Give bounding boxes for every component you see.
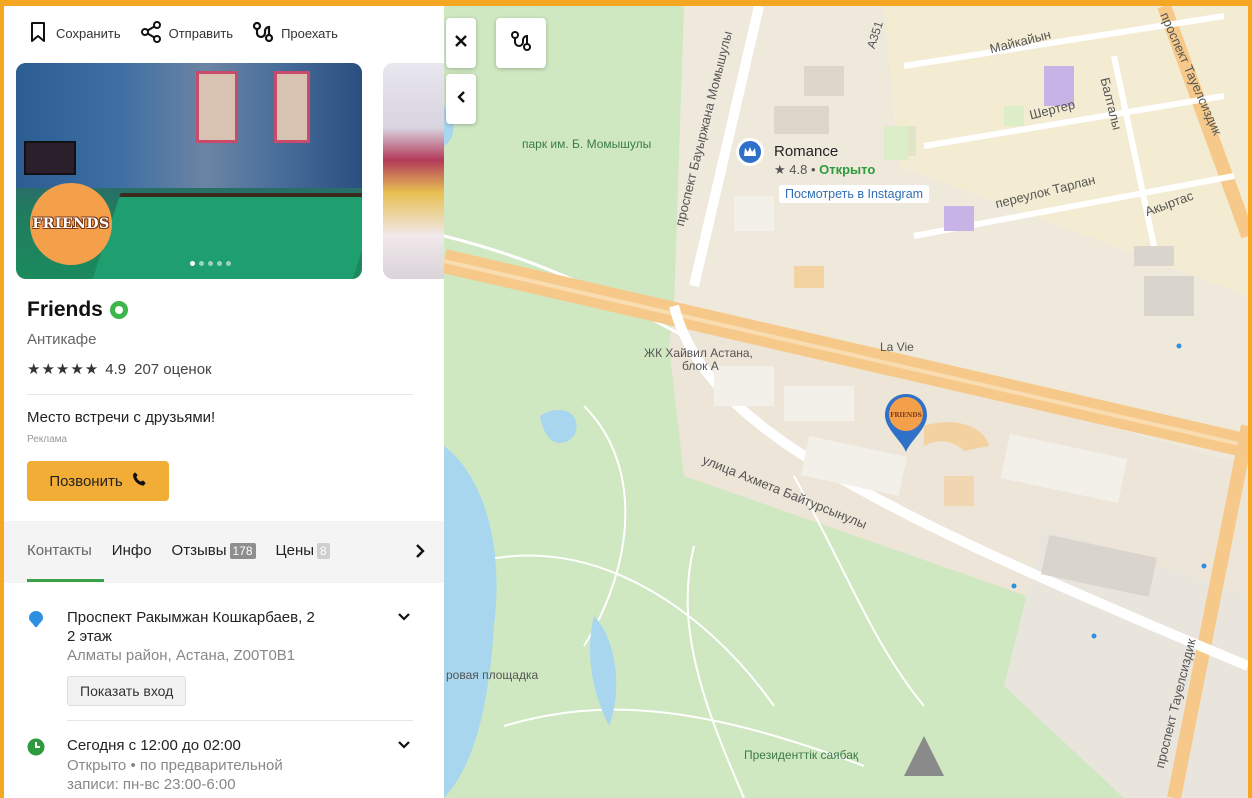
- route-label: Проехать: [281, 26, 338, 41]
- place-title: Friends: [27, 298, 103, 321]
- place-toolbar: Сохранить Отправить Проехать: [26, 20, 338, 47]
- address-line2: 2 этаж: [67, 628, 112, 645]
- map-view[interactable]: парк им. Б. Момышулы проспект Бауыржана …: [444, 6, 1248, 798]
- close-panel-button[interactable]: [446, 18, 476, 68]
- route-button[interactable]: Проехать: [251, 20, 338, 47]
- tabs-next-chevron-icon[interactable]: [414, 543, 426, 564]
- expand-hours-chevron-icon[interactable]: [397, 738, 411, 752]
- rating-count: 207 оценок: [134, 360, 212, 378]
- save-button[interactable]: Сохранить: [26, 20, 121, 47]
- romance-poi-rating: ★ 4.8 • Открыто: [774, 162, 876, 177]
- app-frame: Сохранить Отправить Проехать FRIENDS Fri…: [4, 6, 1248, 798]
- prezident-park-label: Президенттік саябақ: [744, 748, 859, 762]
- tab-label: Контакты: [27, 542, 92, 559]
- rating-row[interactable]: ★★★★★ 4.9 207 оценок: [27, 360, 212, 379]
- address-sub: Алматы район, Астана, Z00T0B1: [67, 647, 296, 664]
- expand-address-chevron-icon[interactable]: [397, 610, 411, 624]
- poi-rating-value: ★ 4.8: [774, 162, 808, 177]
- prices-count-badge: 8: [317, 542, 330, 559]
- playground-label: ровая площадка: [446, 668, 539, 682]
- route-map-button[interactable]: [496, 18, 546, 68]
- call-label: Позвонить: [49, 472, 123, 490]
- open-status: Открыто: [67, 757, 127, 774]
- title-row: Friends: [27, 298, 128, 322]
- bookmark-icon: [26, 20, 50, 47]
- tab-contacts[interactable]: Контакты: [27, 542, 92, 559]
- close-icon: [454, 34, 468, 53]
- location-pin-icon: [27, 610, 45, 628]
- pin-logo-text: FRIENDS: [890, 412, 922, 419]
- ad-text: Место встречи с друзьями!: [27, 409, 216, 426]
- share-label: Отправить: [168, 26, 234, 41]
- show-entrance-button[interactable]: Показать вход: [67, 676, 187, 706]
- hours-sub: Открыто • по предварительной: [67, 756, 367, 775]
- verified-icon: [109, 301, 128, 319]
- route-icon: [251, 20, 275, 47]
- park-label: парк им. Б. Момышулы: [522, 137, 652, 151]
- divider: [67, 720, 413, 721]
- tabs: Контакты Инфо Отзывы 178 Цены 8: [27, 542, 330, 559]
- photo-gallery[interactable]: FRIENDS: [16, 63, 444, 279]
- ad-label: Реклама: [27, 434, 68, 445]
- la-vie-label: La Vie: [880, 340, 914, 354]
- star-rating-icon: ★★★★★: [27, 361, 100, 378]
- divider: [27, 394, 413, 395]
- chevron-left-icon: [456, 90, 466, 109]
- share-button[interactable]: Отправить: [139, 20, 233, 47]
- romance-poi-icon[interactable]: [736, 138, 764, 166]
- second-photo[interactable]: [383, 63, 444, 279]
- hours-note-2: записи: пн-вс 23:00-6:00: [67, 776, 236, 793]
- tab-reviews[interactable]: Отзывы 178: [172, 542, 256, 559]
- save-label: Сохранить: [56, 26, 121, 41]
- map-canvas: [444, 6, 1248, 798]
- place-panel: Сохранить Отправить Проехать FRIENDS Fri…: [4, 6, 444, 798]
- friends-map-pin[interactable]: FRIENDS: [882, 392, 930, 454]
- tab-label: Цены: [275, 542, 315, 559]
- address-main: Проспект Ракымжан Кошкарбаев, 2 2 этаж: [67, 608, 367, 646]
- poi-open-status: Открыто: [819, 162, 876, 177]
- hyvil-block-label: блок А: [682, 359, 719, 373]
- reviews-count-badge: 178: [229, 542, 256, 559]
- instagram-link[interactable]: Посмотреть в Instagram: [779, 185, 930, 203]
- photo-pager-dots: [190, 261, 231, 266]
- hours-note: по предварительной: [139, 757, 283, 774]
- active-tab-indicator: [27, 579, 104, 582]
- main-photo[interactable]: FRIENDS: [16, 63, 362, 279]
- call-button[interactable]: Позвонить: [27, 461, 169, 501]
- clock-icon: [27, 738, 45, 756]
- address-line1: Проспект Ракымжан Кошкарбаев, 2: [67, 609, 315, 626]
- hyvil-label: ЖК Хайвил Астана,: [644, 346, 753, 360]
- tab-prices[interactable]: Цены 8: [276, 542, 330, 559]
- hours-main: Сегодня с 12:00 до 02:00: [67, 737, 241, 754]
- tab-info[interactable]: Инфо: [112, 542, 152, 559]
- collapse-panel-button[interactable]: [446, 74, 476, 124]
- phone-icon: [131, 471, 147, 491]
- tab-label: Отзывы: [171, 542, 227, 559]
- friends-logo: FRIENDS: [30, 183, 112, 265]
- route-icon: [509, 29, 533, 58]
- tab-label: Инфо: [111, 542, 152, 559]
- romance-poi-name[interactable]: Romance: [774, 143, 838, 160]
- share-icon: [139, 20, 163, 47]
- hours-separator: •: [126, 757, 140, 774]
- place-category: Антикафе: [27, 331, 97, 348]
- rating-value: 4.9: [105, 360, 127, 378]
